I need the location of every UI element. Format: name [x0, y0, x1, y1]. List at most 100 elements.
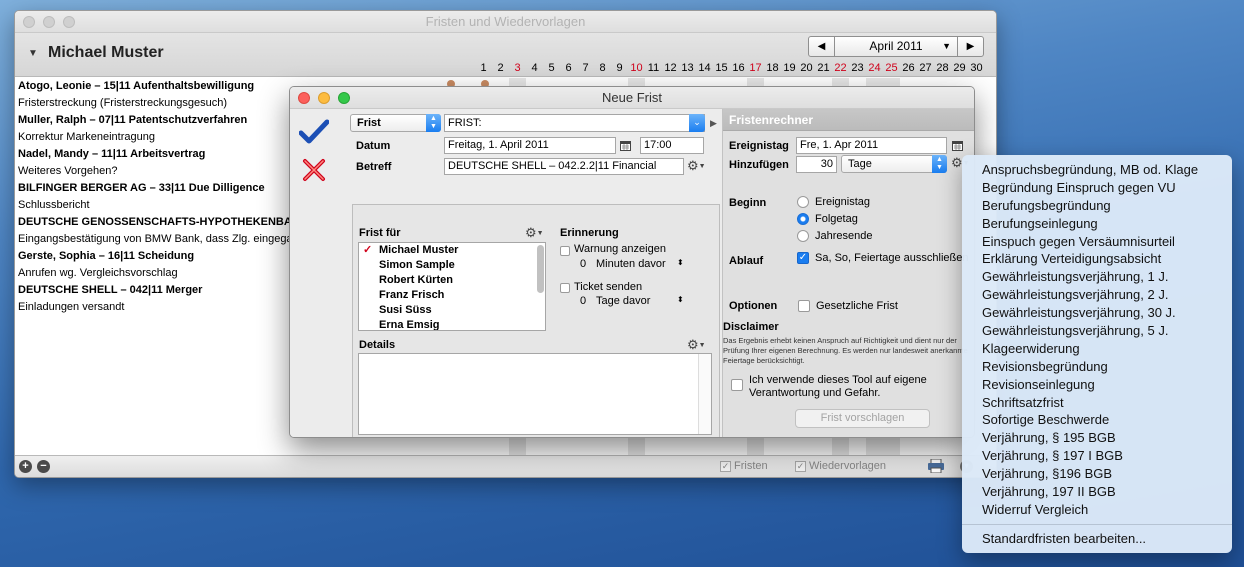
- delete-x-icon[interactable]: [301, 157, 327, 183]
- case-task[interactable]: Korrektur Markeneintragung: [18, 129, 308, 146]
- case-task[interactable]: Fristerstreckung (Fristerstreckungsgesuc…: [18, 95, 308, 112]
- gear-icon[interactable]: ⚙▼: [687, 159, 706, 173]
- menu-item[interactable]: Sofortige Beschwerde: [962, 411, 1232, 429]
- details-textarea[interactable]: [358, 353, 712, 435]
- case-title[interactable]: Nadel, Mandy – 11|11 Arbeitsvertrag: [18, 146, 308, 163]
- day-number: 25: [885, 62, 898, 74]
- case-title[interactable]: DEUTSCHE GENOSSENSCHAFTS-HYPOTHEKENBANK: [18, 214, 308, 231]
- list-item[interactable]: ✓ Michael Muster: [359, 243, 545, 258]
- hinzufuegen-field[interactable]: 30: [796, 156, 837, 173]
- warnung-checkbox[interactable]: [560, 246, 570, 256]
- minimize-window-button[interactable]: [43, 16, 55, 28]
- case-task[interactable]: Weiteres Vorgehen?: [18, 163, 308, 180]
- calendar-icon[interactable]: [620, 141, 631, 151]
- type-popup[interactable]: Frist ▲ ▼: [350, 114, 441, 132]
- expand-arrow-icon[interactable]: ▶: [710, 118, 717, 129]
- unit-popup[interactable]: Tage ▲ ▼: [841, 155, 947, 173]
- list-item[interactable]: Erna Emsig: [359, 318, 545, 330]
- menu-item[interactable]: Verjährung, § 197 I BGB: [962, 447, 1232, 465]
- dialog-titlebar[interactable]: Neue Frist: [290, 87, 974, 109]
- ablauf-option-label: Sa, So, Feiertage ausschließen: [815, 252, 969, 264]
- frist-text-combo[interactable]: FRIST: ⌄: [444, 114, 705, 132]
- list-item[interactable]: Robert Kürten: [359, 273, 545, 288]
- dialog-zoom-button[interactable]: [338, 92, 350, 104]
- menu-item[interactable]: Klageerwiderung: [962, 340, 1232, 358]
- case-task[interactable]: Einladungen versandt: [18, 299, 308, 316]
- menu-item[interactable]: Widerruf Vergleich: [962, 501, 1232, 519]
- ereignistag-field[interactable]: Fre, 1. Apr 2011: [796, 137, 947, 154]
- ticket-stepper-icon[interactable]: ⬍: [677, 295, 684, 304]
- case-title[interactable]: BILFINGER BERGER AG – 33|11 Due Dilligen…: [18, 180, 308, 197]
- menu-item[interactable]: Verjährung, 197 II BGB: [962, 483, 1232, 501]
- ablauf-checkbox[interactable]: ✓: [797, 252, 809, 264]
- case-task[interactable]: Schlussbericht: [18, 197, 308, 214]
- previous-month-button[interactable]: ◀: [808, 36, 835, 57]
- menu-item[interactable]: Berufungseinlegung: [962, 215, 1232, 233]
- menu-item[interactable]: Gewährleistungsverjährung, 1 J.: [962, 268, 1232, 286]
- remove-button[interactable]: −: [37, 460, 50, 473]
- gesetzliche-checkbox[interactable]: [798, 300, 810, 312]
- case-list: Atogo, Leonie – 15|11 Aufenthaltsbewilli…: [18, 78, 308, 316]
- list-item[interactable]: Franz Frisch: [359, 288, 545, 303]
- main-titlebar[interactable]: Fristen und Wiedervorlagen: [15, 11, 996, 33]
- fristen-filter[interactable]: ✓ Fristen: [720, 460, 768, 472]
- case-title[interactable]: Gerste, Sophia – 16|11 Scheidung: [18, 248, 308, 265]
- menu-item[interactable]: Schriftsatzfrist: [962, 394, 1232, 412]
- details-scrollbar[interactable]: [698, 354, 711, 434]
- tool-consent-checkbox[interactable]: [731, 379, 743, 391]
- menu-item[interactable]: Erklärung Verteidigungsabsicht: [962, 250, 1232, 268]
- day-number: 1: [480, 62, 487, 74]
- menu-item[interactable]: Begründung Einspruch gegen VU: [962, 179, 1232, 197]
- menu-item[interactable]: Gewährleistungsverjährung, 30 J.: [962, 304, 1232, 322]
- menu-item-standardfristen-bearbeiten[interactable]: Standardfristen bearbeiten...: [962, 530, 1232, 548]
- add-button[interactable]: +: [19, 460, 32, 473]
- hinzufuegen-value: 30: [820, 158, 833, 170]
- next-month-button[interactable]: ▶: [957, 36, 984, 57]
- people-listbox[interactable]: ✓ Michael Muster Simon Sample Robert Kürten…: [358, 242, 546, 331]
- case-title[interactable]: Muller, Ralph – 07|11 Patentschutzverfah…: [18, 112, 308, 129]
- ticket-checkbox[interactable]: [560, 283, 570, 293]
- frist-vorschlagen-button[interactable]: Frist vorschlagen: [795, 409, 930, 428]
- menu-item[interactable]: Anspruchsbegründung, MB od. Klage: [962, 161, 1232, 179]
- case-title[interactable]: Atogo, Leonie – 15|11 Aufenthaltsbewilli…: [18, 78, 308, 95]
- confirm-check-icon[interactable]: [299, 119, 329, 145]
- list-scrollbar[interactable]: [537, 245, 544, 293]
- beginn-radio-folgetag[interactable]: [797, 213, 809, 225]
- case-task[interactable]: Eingangsbestätigung von BMW Bank, dass Z…: [18, 231, 308, 248]
- menu-item[interactable]: Gewährleistungsverjährung, 5 J.: [962, 322, 1232, 340]
- warnung-count[interactable]: 0: [580, 258, 586, 270]
- menu-item[interactable]: Einspuch gegen Versäumnisurteil: [962, 233, 1232, 251]
- month-select[interactable]: April 2011 ▼: [835, 36, 957, 57]
- disclosure-triangle-icon[interactable]: ▼: [28, 48, 38, 59]
- menu-item[interactable]: Revisionseinlegung: [962, 376, 1232, 394]
- day-number: 7: [582, 62, 589, 74]
- gear-icon[interactable]: ⚙▼: [525, 226, 544, 240]
- menu-item[interactable]: Verjährung, §196 BGB: [962, 465, 1232, 483]
- case-title[interactable]: DEUTSCHE SHELL – 042|11 Merger: [18, 282, 308, 299]
- zoom-window-button[interactable]: [63, 16, 75, 28]
- calendar-icon[interactable]: [952, 141, 963, 151]
- menu-item[interactable]: Gewährleistungsverjährung, 2 J.: [962, 286, 1232, 304]
- close-window-button[interactable]: [23, 16, 35, 28]
- ticket-count[interactable]: 0: [580, 295, 586, 307]
- warnung-stepper-icon[interactable]: ⬍: [677, 258, 684, 267]
- menu-item[interactable]: Verjährung, § 195 BGB: [962, 429, 1232, 447]
- case-task[interactable]: Anrufen wg. Vergleichsvorschlag: [18, 265, 308, 282]
- list-item[interactable]: Susi Süss: [359, 303, 545, 318]
- wiedervorlagen-filter[interactable]: ✓ Wiedervorlagen: [795, 460, 886, 472]
- gear-icon[interactable]: ⚙▼: [687, 338, 706, 352]
- disclaimer-title: Disclaimer: [723, 321, 779, 333]
- dialog-close-button[interactable]: [298, 92, 310, 104]
- beginn-radio-jahresende[interactable]: [797, 230, 809, 242]
- ereignistag-label: Ereignistag: [729, 140, 789, 152]
- menu-item[interactable]: Berufungsbegründung: [962, 197, 1232, 215]
- datum-field[interactable]: Freitag, 1. April 2011: [444, 137, 616, 154]
- day-number: 22: [834, 62, 847, 74]
- beginn-radio-ereignistag[interactable]: [797, 196, 809, 208]
- printer-icon[interactable]: [927, 459, 945, 473]
- menu-item[interactable]: Revisionsbegründung: [962, 358, 1232, 376]
- time-field[interactable]: 17:00: [640, 137, 704, 154]
- betreff-field[interactable]: DEUTSCHE SHELL – 042.2.2|11 Financial: [444, 158, 684, 175]
- dialog-minimize-button[interactable]: [318, 92, 330, 104]
- list-item[interactable]: Simon Sample: [359, 258, 545, 273]
